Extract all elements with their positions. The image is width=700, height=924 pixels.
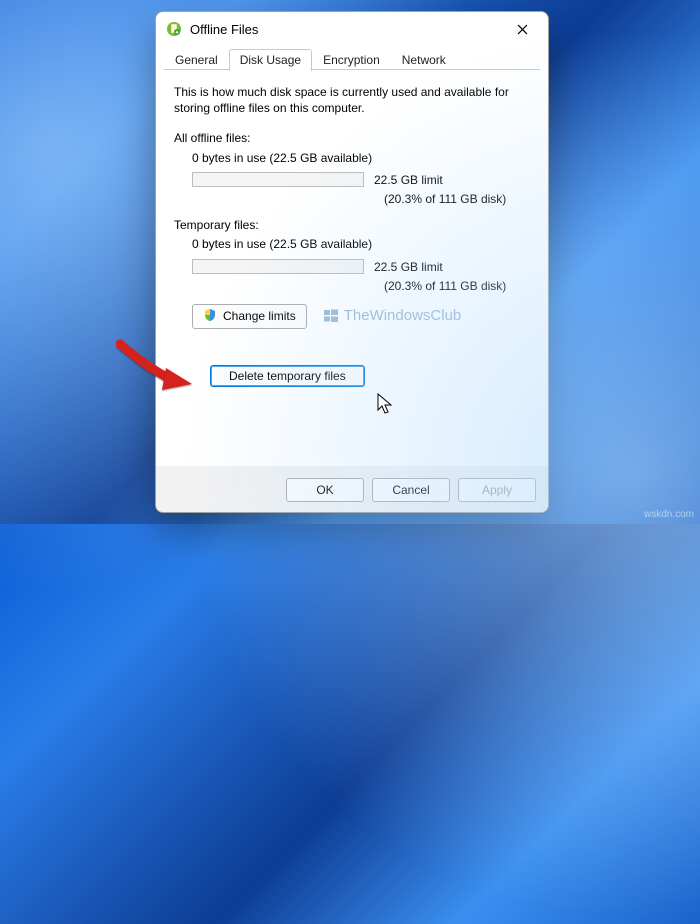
delete-temporary-files-label: Delete temporary files [229, 369, 346, 383]
disk-usage-panel: This is how much disk space is currently… [156, 70, 548, 466]
dialog-footer: OK Cancel Apply [156, 466, 548, 512]
tab-strip: General Disk Usage Encryption Network [156, 46, 548, 70]
all-offline-usage: 0 bytes in use (22.5 GB available) [174, 150, 530, 166]
apply-button[interactable]: Apply [458, 478, 536, 502]
cancel-button[interactable]: Cancel [372, 478, 450, 502]
shield-icon [203, 308, 217, 325]
all-offline-label: All offline files: [174, 130, 530, 146]
tab-encryption[interactable]: Encryption [312, 49, 391, 70]
delete-temporary-files-button[interactable]: Delete temporary files [210, 365, 365, 387]
watermark: TheWindowsClub [323, 306, 462, 326]
temp-files-percent: (20.3% of 111 GB disk) [174, 278, 530, 294]
tab-network[interactable]: Network [391, 49, 457, 70]
change-limits-button[interactable]: Change limits [192, 304, 307, 329]
tab-general[interactable]: General [164, 49, 229, 70]
all-offline-limit: 22.5 GB limit [374, 172, 443, 188]
source-watermark: wskdn.com [644, 509, 694, 520]
close-button[interactable] [502, 15, 542, 43]
temp-files-limit: 22.5 GB limit [374, 259, 443, 275]
close-icon [517, 24, 528, 35]
ok-button[interactable]: OK [286, 478, 364, 502]
temp-files-progress [192, 259, 364, 274]
tab-disk-usage[interactable]: Disk Usage [229, 49, 312, 71]
cursor-icon [376, 392, 396, 416]
window-title: Offline Files [190, 22, 502, 37]
offline-files-dialog: Offline Files General Disk Usage Encrypt… [155, 11, 549, 513]
temp-files-label: Temporary files: [174, 217, 530, 233]
intro-text: This is how much disk space is currently… [174, 84, 530, 116]
all-offline-progress [192, 172, 364, 187]
change-limits-label: Change limits [223, 309, 296, 323]
titlebar: Offline Files [156, 12, 548, 46]
temp-files-usage: 0 bytes in use (22.5 GB available) [174, 236, 530, 252]
windows-icon [323, 308, 339, 324]
all-offline-percent: (20.3% of 111 GB disk) [174, 191, 530, 207]
offline-files-icon [166, 21, 182, 37]
